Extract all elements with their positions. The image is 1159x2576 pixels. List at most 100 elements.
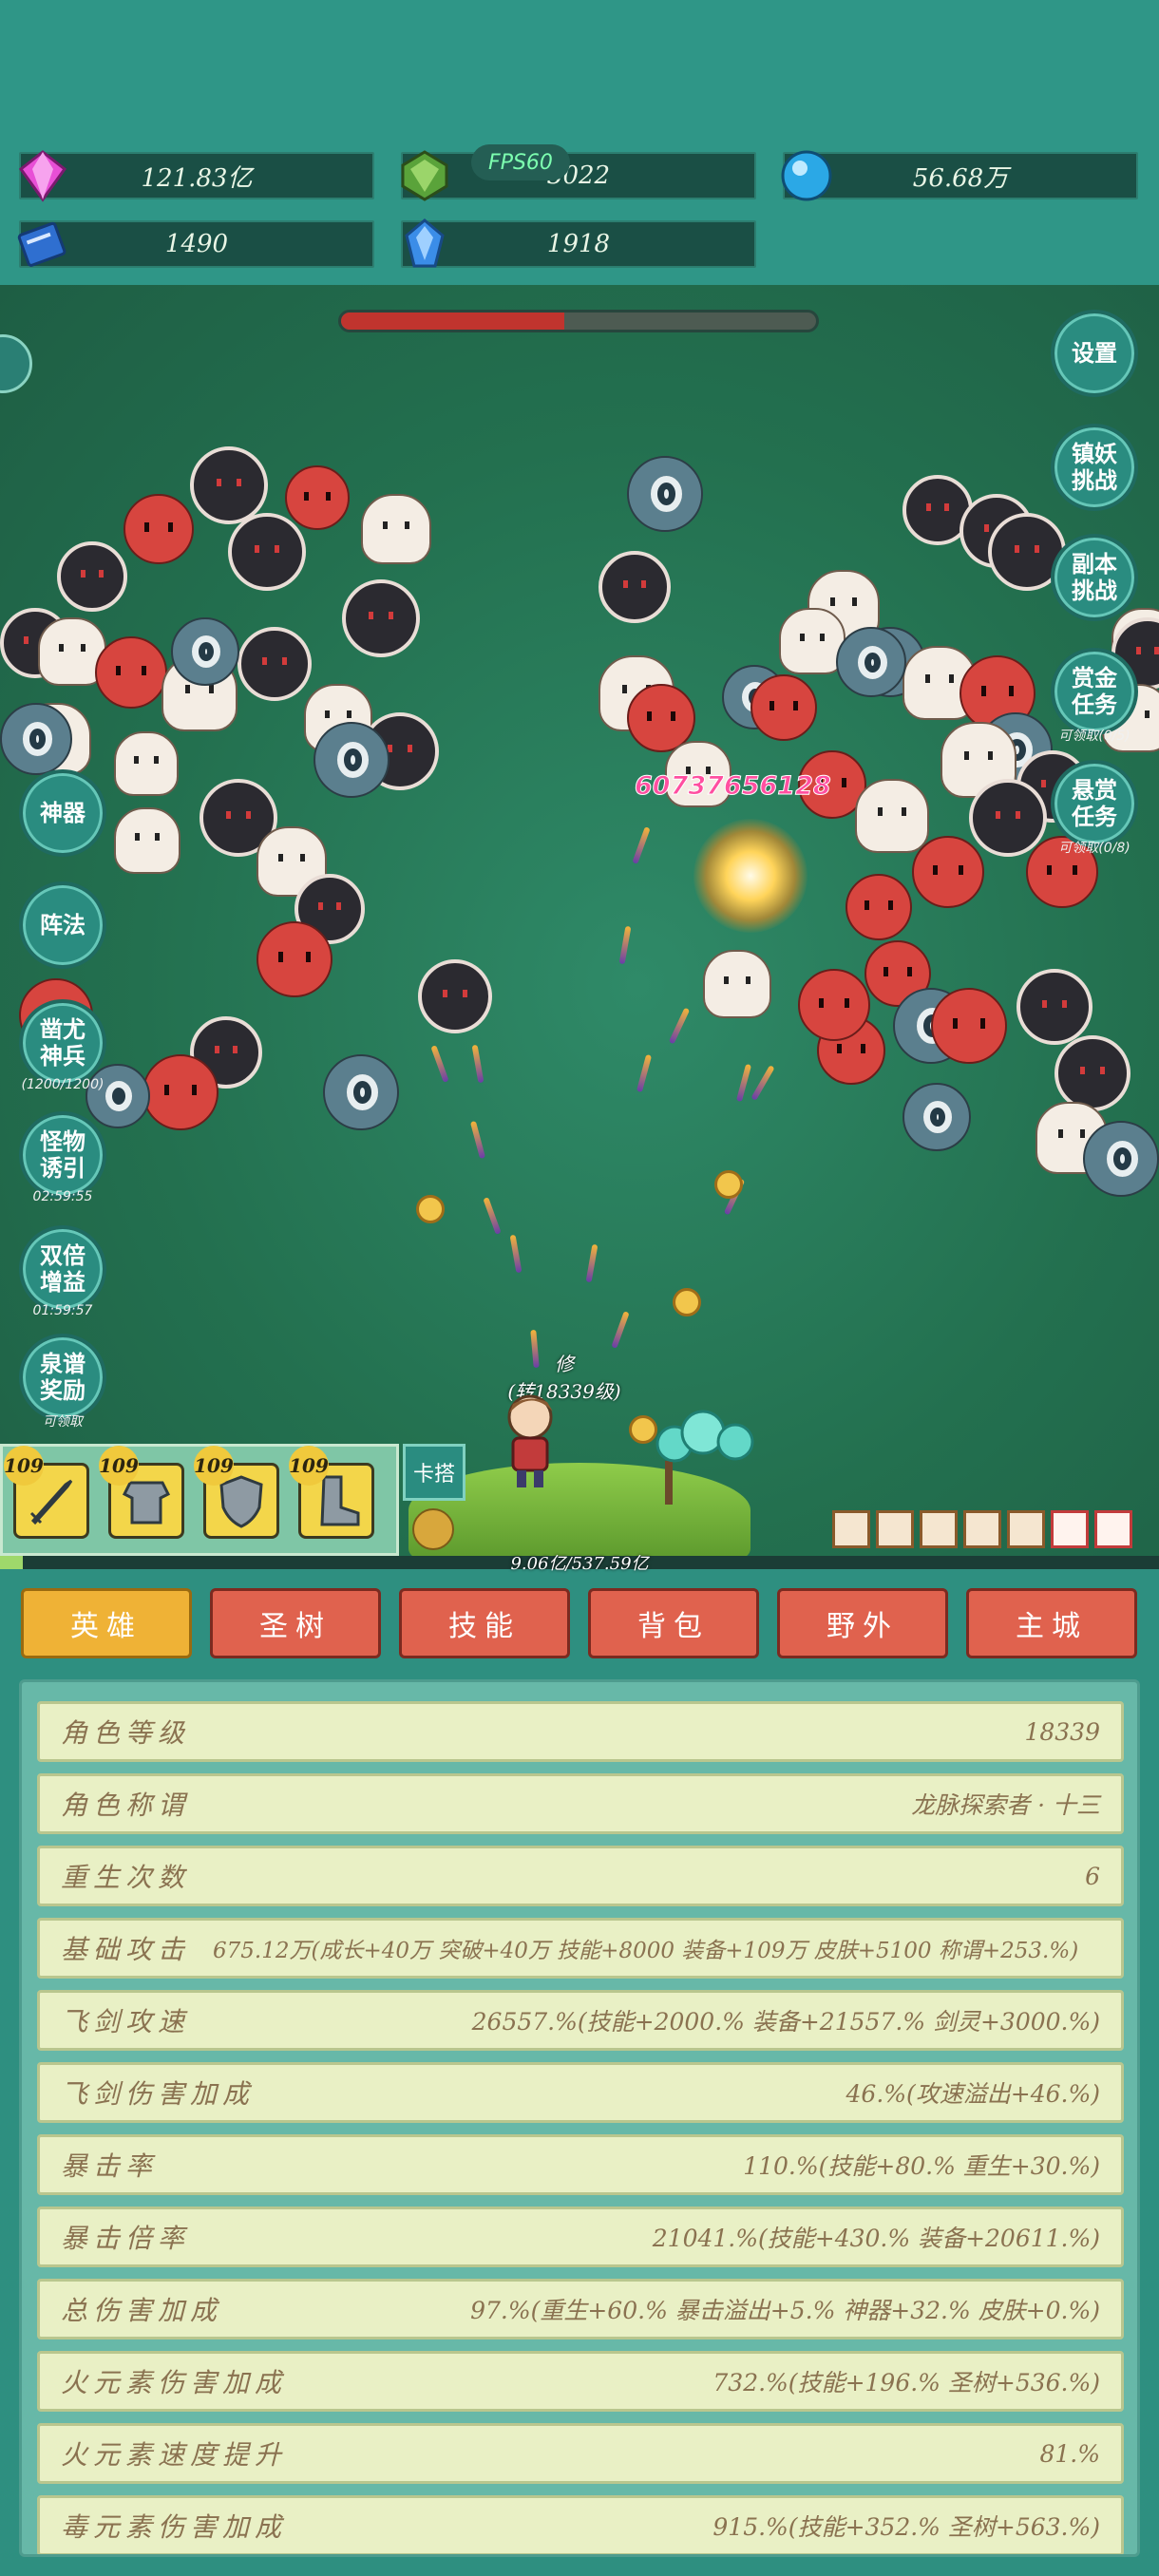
left-button-label: 神器 (19, 769, 106, 857)
right-button-label: 悬赏任务 (1051, 760, 1138, 847)
stat-row: 重生次数 6 (37, 1846, 1124, 1906)
stat-row: 总伤害加成 97.%(重生+60.% 暴击溢出+5.% 神器+32.% 皮肤+0.… (37, 2279, 1124, 2339)
stat-value: 915.%(技能+352.% 圣树+563.%) (712, 2513, 1100, 2541)
resource-crystal[interactable]: 1918 (401, 218, 756, 268)
sheep-monster (598, 551, 671, 623)
stat-value: 26557.%(技能+2000.% 装备+21557.% 剑灵+3000.%) (471, 2008, 1100, 2036)
stat-value: 110.%(技能+80.% 重生+30.%) (743, 2152, 1100, 2180)
right-button-4[interactable]: 悬赏任务 可领取(0/8) (1047, 760, 1142, 857)
eye-monster (902, 1083, 971, 1151)
skill-icon (832, 1510, 870, 1548)
stat-row: 飞剑攻速 26557.%(技能+2000.% 装备+21557.% 剑灵+3000… (37, 1990, 1124, 2051)
resource-blue-orb[interactable]: 56.68万 (781, 150, 1138, 201)
stat-label: 总伤害加成 (61, 2295, 223, 2326)
damage-number: 60737656128 (635, 771, 832, 802)
stat-row: 基础攻击 675.12万(成长+40万 突破+40万 技能+8000 装备+109… (37, 1918, 1124, 1979)
imp-monster (285, 465, 350, 530)
left-button-label: 凿尤神兵 (19, 999, 106, 1087)
left-button-label: 阵法 (19, 881, 106, 969)
tab-3[interactable]: 背包 (588, 1588, 759, 1658)
stat-row: 角色等级 18339 (37, 1701, 1124, 1762)
ghost-monster (114, 807, 180, 874)
stat-row: 飞剑伤害加成 46.%(攻速溢出+46.%) (37, 2062, 1124, 2123)
stat-value: 龙脉探索者 · 十三 (911, 1791, 1100, 1819)
stat-row: 火元素伤害加成 732.%(技能+196.% 圣树+536.%) (37, 2351, 1124, 2412)
eye-monster (0, 703, 72, 775)
blue-crystal-icon (405, 218, 445, 268)
right-button-0[interactable]: 设置 (1047, 310, 1142, 397)
right-button-label: 赏金任务 (1051, 648, 1138, 735)
pink-diamond-icon (18, 150, 67, 202)
right-button-sub: 可领取(0/8) (1058, 841, 1130, 856)
tab-0[interactable]: 英雄 (21, 1588, 192, 1658)
stat-row: 火元素速度提升 81.% (37, 2423, 1124, 2484)
sheep-monster (57, 541, 127, 612)
right-button-3[interactable]: 赏金任务 可领取(0/5) (1047, 648, 1142, 745)
stuck-button[interactable]: 卡搭 (403, 1444, 466, 1501)
blue-book-icon (17, 221, 66, 267)
right-button-1[interactable]: 镇妖挑战 (1047, 424, 1142, 511)
stat-label: 角色称谓 (61, 1790, 191, 1821)
stat-row: 毒元素伤害加成 915.%(技能+352.% 圣树+563.%) (37, 2495, 1124, 2554)
equip-level-badge: 109 (289, 1446, 329, 1486)
stat-label: 基础攻击 (61, 1934, 191, 1965)
left-button-label: 双倍增益 (19, 1225, 106, 1313)
eye-monster (171, 617, 239, 686)
left-button-0[interactable]: 神器 (15, 769, 110, 857)
stat-label: 火元素速度提升 (61, 2439, 288, 2471)
ghost-monster (855, 779, 929, 853)
skill-icon (1094, 1510, 1132, 1548)
skill-icon (963, 1510, 1001, 1548)
stat-value: 732.%(技能+196.% 圣树+536.%) (712, 2369, 1100, 2396)
imp-monster (124, 494, 194, 564)
eye-monster (323, 1054, 399, 1130)
resource-green-gem[interactable]: 3022 (401, 150, 756, 201)
stat-label: 暴击倍率 (61, 2223, 191, 2254)
imp-monster (750, 674, 817, 741)
tab-4[interactable]: 野外 (777, 1588, 948, 1658)
resource-diamond[interactable]: 121.83亿 (18, 150, 374, 202)
sheep-monster (238, 627, 312, 701)
tab-2[interactable]: 技能 (399, 1588, 570, 1658)
resource-book[interactable]: 1490 (17, 220, 374, 268)
gold-coin-icon[interactable] (673, 1288, 701, 1316)
hero-name: 修 (555, 1353, 574, 1375)
tab-1[interactable]: 圣树 (210, 1588, 381, 1658)
left-button-4[interactable]: 双倍增益 01:59:57 (15, 1225, 110, 1318)
stat-row: 暴击率 110.%(技能+80.% 重生+30.%) (37, 2134, 1124, 2195)
stat-value: 21041.%(技能+430.% 装备+20611.%) (652, 2225, 1100, 2252)
stat-value: 18339 (1024, 1717, 1100, 1746)
stat-value: 46.%(攻速溢出+46.%) (846, 2080, 1100, 2108)
skill-icon (920, 1510, 958, 1548)
equip-level-badge: 109 (4, 1446, 44, 1486)
resource-diamond-value: 121.83亿 (19, 152, 374, 199)
stat-label: 火元素伤害加成 (61, 2367, 288, 2398)
gold-coin-icon[interactable] (714, 1170, 743, 1199)
left-button-label: 怪物诱引 (19, 1111, 106, 1199)
right-button-label: 镇妖挑战 (1051, 424, 1138, 511)
eye-monster (836, 627, 906, 697)
explosion-effect (694, 819, 808, 933)
left-button-2[interactable]: 凿尤神兵 (1200/1200) (15, 999, 110, 1092)
resource-blue-orb-value: 56.68万 (783, 152, 1138, 199)
left-button-1[interactable]: 阵法 (15, 881, 110, 969)
stat-row: 暴击倍率 21041.%(技能+430.% 装备+20611.%) (37, 2207, 1124, 2267)
skill-icon (1051, 1510, 1089, 1548)
left-button-3[interactable]: 怪物诱引 02:59:55 (15, 1111, 110, 1204)
stat-label: 重生次数 (61, 1862, 191, 1893)
right-button-2[interactable]: 副本挑战 (1047, 534, 1142, 621)
gold-coin-icon[interactable] (416, 1195, 445, 1223)
fps-counter: FPS60 (471, 144, 570, 180)
imp-monster (931, 988, 1007, 1064)
left-button-sub: 01:59:57 (32, 1303, 93, 1318)
imp-monster (798, 969, 870, 1041)
skill-icon (1007, 1510, 1045, 1548)
hero-character[interactable] (484, 1389, 576, 1493)
sheep-monster (190, 446, 268, 524)
stat-row: 角色称谓 龙脉探索者 · 十三 (37, 1773, 1124, 1834)
stat-value: 97.%(重生+60.% 暴击溢出+5.% 神器+32.% 皮肤+0.%) (470, 2297, 1100, 2324)
exp-text: 9.06亿/537.59亿 (510, 1554, 649, 1574)
left-button-5[interactable]: 泉谱奖励 可领取 (15, 1334, 110, 1430)
tab-5[interactable]: 主城 (966, 1588, 1137, 1658)
resource-crystal-value: 1918 (401, 220, 756, 268)
